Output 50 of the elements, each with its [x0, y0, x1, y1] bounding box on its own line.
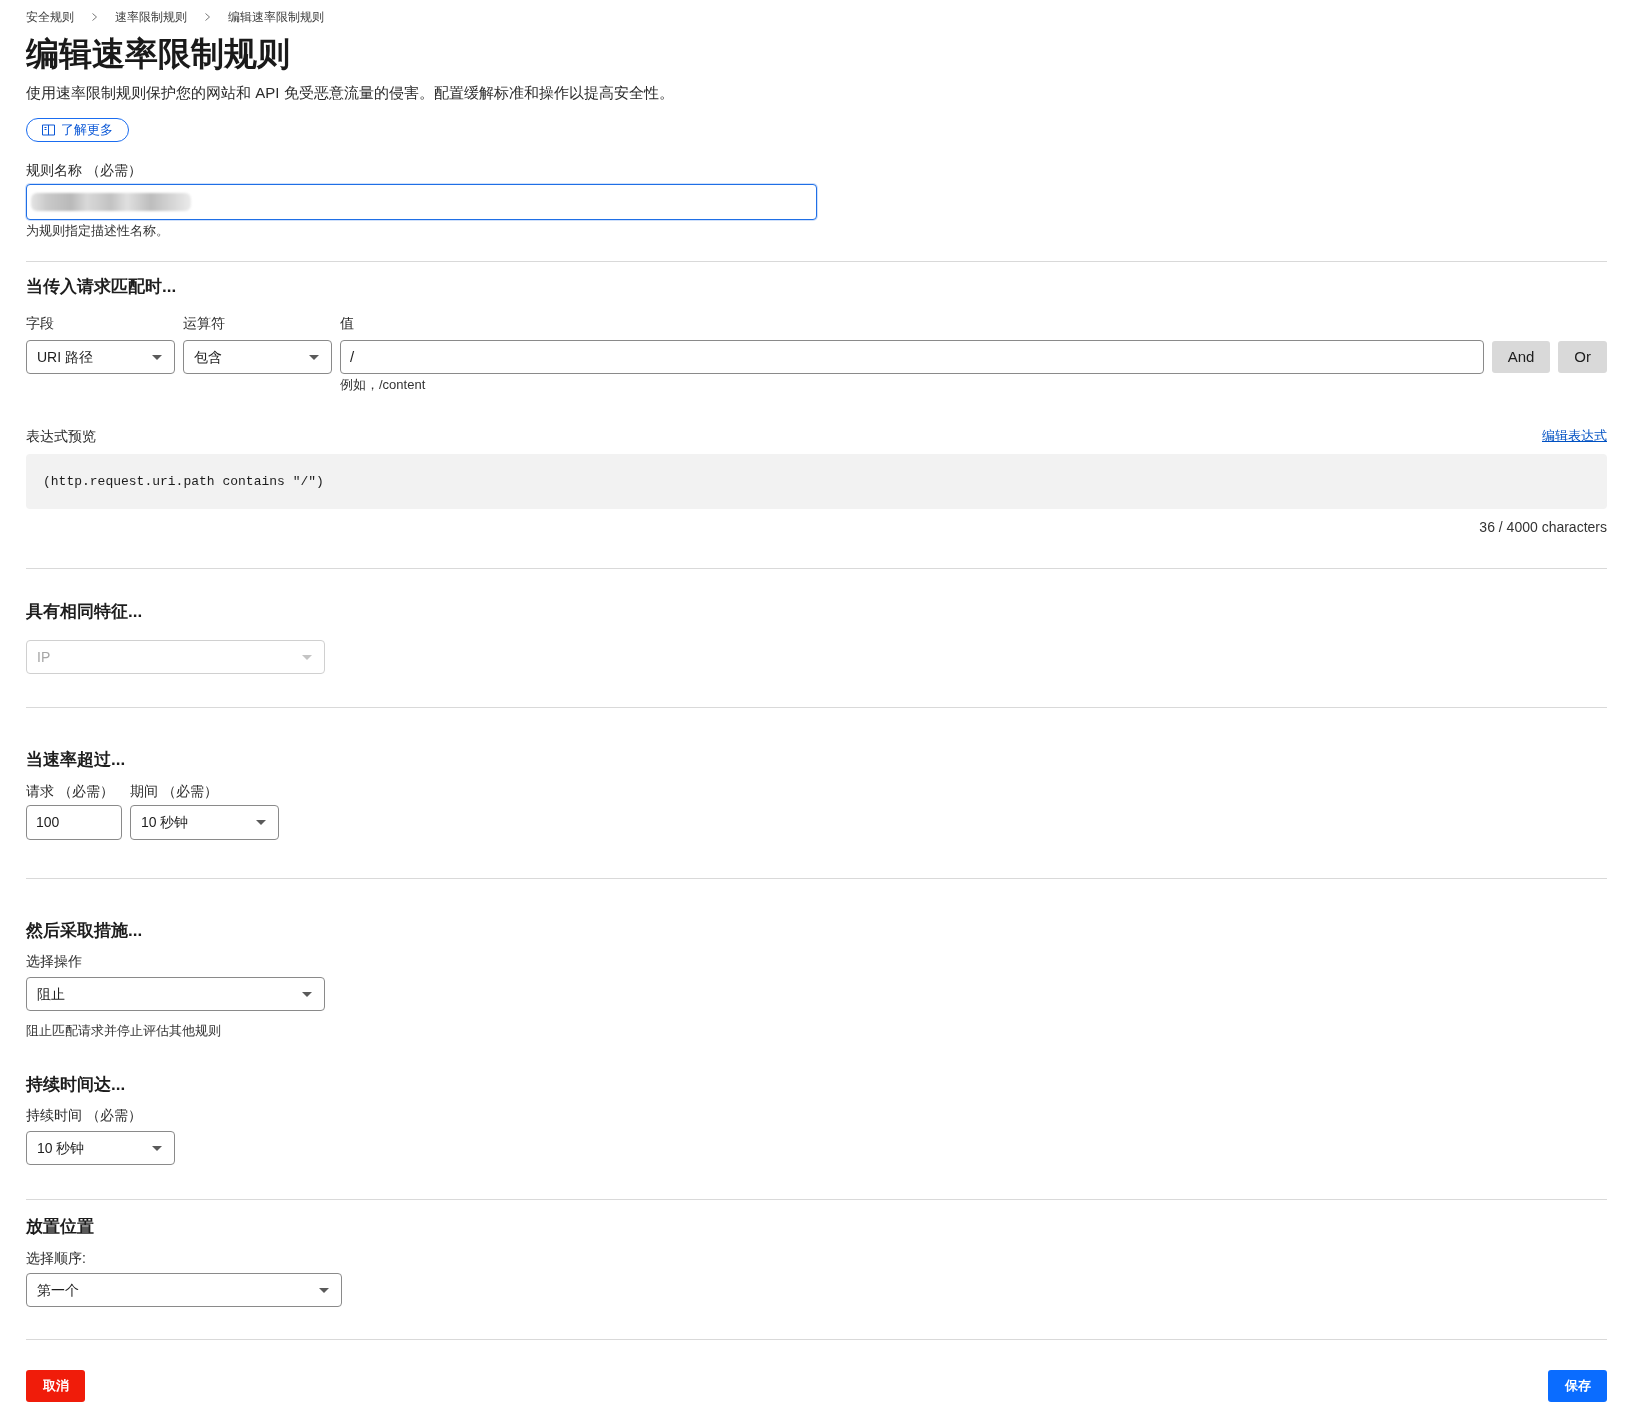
logic-button[interactable]: Or	[1558, 341, 1607, 373]
page-title: 编辑速率限制规则	[26, 34, 291, 74]
field-label: 期间 （必需）	[130, 782, 219, 801]
breadcrumb-link[interactable]: 速率限制规则	[115, 9, 187, 25]
section-heading: 放置位置	[26, 1216, 95, 1238]
logic-button[interactable]: And	[1491, 341, 1551, 373]
save-button[interactable]: 保存	[1548, 1370, 1607, 1402]
period-select[interactable]: 10 秒钟	[130, 805, 279, 840]
breadcrumb-link[interactable]: 安全规则	[26, 9, 74, 25]
field-label: 字段	[26, 314, 55, 333]
action-select[interactable]: 阻止	[26, 977, 325, 1011]
field-label: 选择顺序:	[26, 1249, 87, 1268]
field-hint: 阻止匹配请求并停止评估其他规则	[26, 1022, 222, 1040]
field-hint: 为规则指定描述性名称。	[26, 222, 170, 240]
section-heading: 持续时间达...	[26, 1074, 127, 1096]
section-heading: 当传入请求匹配时...	[26, 276, 178, 298]
section-heading: 当速率超过...	[26, 749, 127, 771]
field-label: 规则名称 （必需）	[26, 161, 143, 180]
caret-down-icon	[152, 354, 162, 360]
section-heading: 具有相同特征...	[26, 601, 144, 623]
field-select[interactable]: URI 路径	[26, 340, 175, 374]
value-input[interactable]: /	[340, 340, 1484, 374]
page-description: 使用速率限制规则保护您的网站和 API 免受恶意流量的侵害。配置缓解标准和操作以提高安全性。	[26, 83, 675, 103]
expression-code: (http.request.uri.path contains "/")	[43, 472, 324, 491]
operator-select[interactable]: 包含	[183, 340, 332, 374]
caret-down-icon	[302, 654, 312, 660]
caret-down-icon	[302, 991, 312, 997]
field-label: 值	[340, 314, 355, 333]
character-count: 36 / 4000 characters	[1479, 518, 1607, 537]
rule-name-input[interactable]	[26, 184, 817, 220]
section-heading: 然后采取措施...	[26, 920, 144, 942]
caret-down-icon	[256, 820, 266, 825]
order-select[interactable]: 第一个	[26, 1273, 342, 1307]
field-hint: 例如，/content	[340, 376, 427, 394]
book-icon	[42, 124, 55, 136]
duration-select[interactable]: 10 秒钟	[26, 1131, 175, 1165]
caret-down-icon	[319, 1287, 329, 1293]
field-label: 请求 （必需）	[26, 782, 115, 801]
caret-down-icon	[309, 354, 319, 360]
edit-expression-link[interactable]: 编辑表达式	[1542, 426, 1607, 446]
field-label: 选择操作	[26, 952, 83, 971]
caret-down-icon	[152, 1145, 162, 1151]
field-label: 持续时间 （必需）	[26, 1106, 143, 1125]
chevron-right-icon	[205, 13, 210, 21]
field-label: 运算符	[183, 314, 226, 333]
breadcrumb-link[interactable]: 编辑速率限制规则	[228, 9, 324, 25]
cancel-button[interactable]: 取消	[26, 1370, 85, 1402]
chevron-right-icon	[92, 13, 97, 21]
field-label: 表达式预览	[26, 427, 96, 446]
requests-input[interactable]: 100	[26, 805, 122, 840]
